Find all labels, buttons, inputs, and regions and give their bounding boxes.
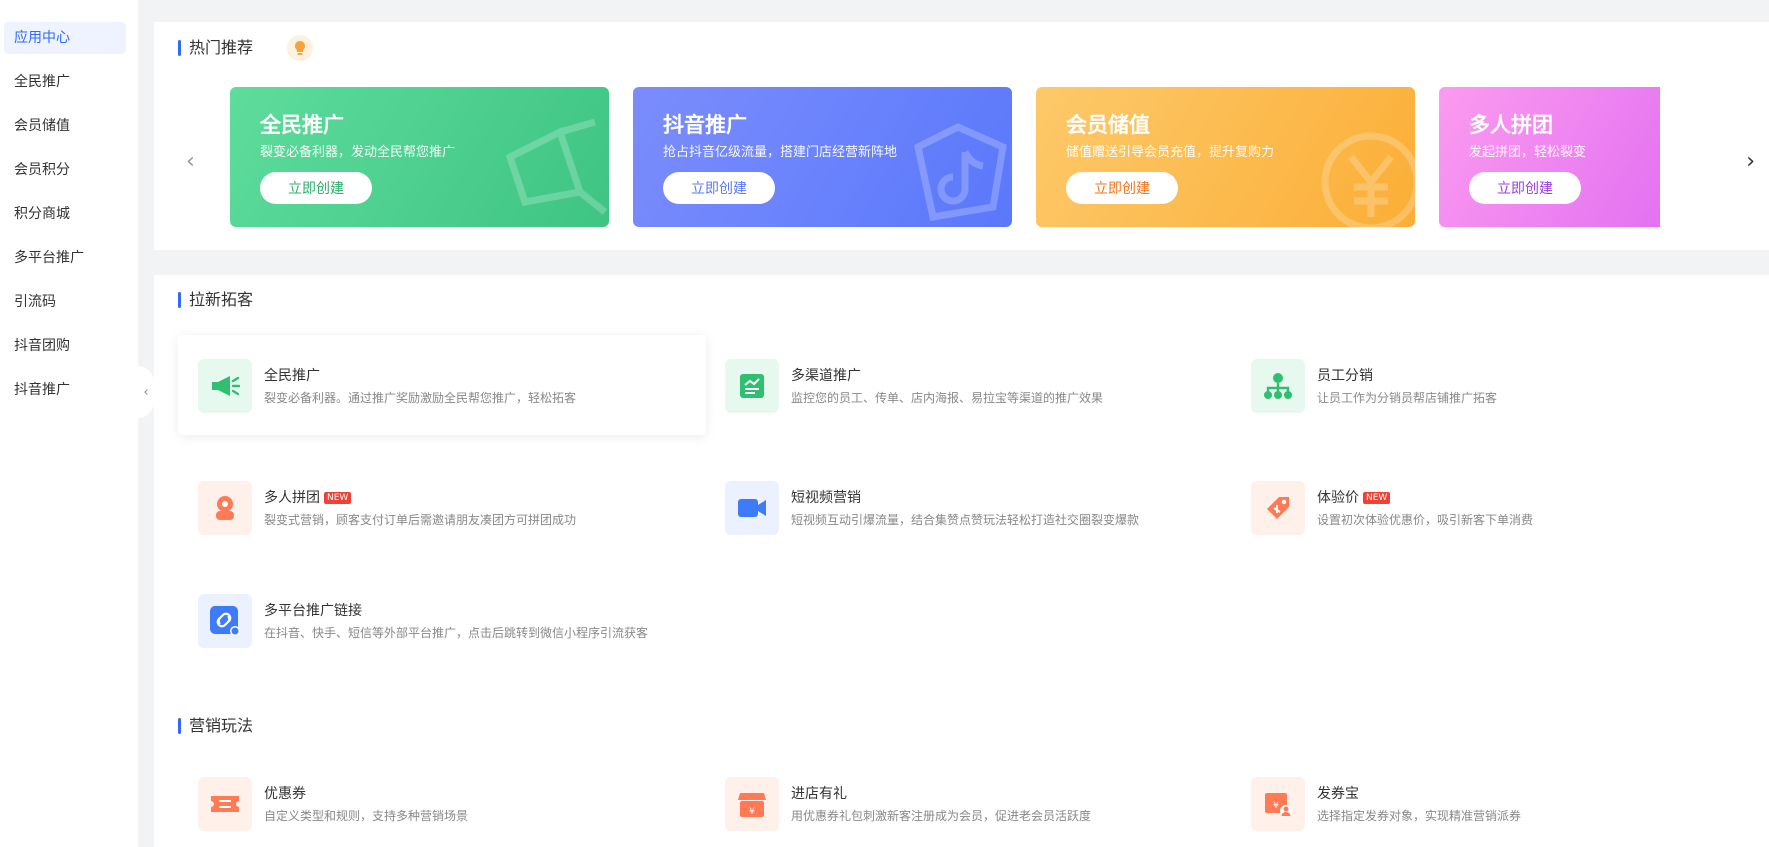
feature-desc: 在抖音、快手、短信等外部平台推广，点击后跳转到微信小程序引流获客	[264, 626, 649, 640]
shop-gift-icon: ¥	[725, 777, 779, 831]
create-now-button[interactable]: 立即创建	[1469, 172, 1581, 204]
feature-title: 进店有礼	[791, 786, 847, 802]
banner-group-buy[interactable]: 多人拼团 发起拼团，轻松裂变 立即创建	[1439, 87, 1660, 227]
feature-quanmin[interactable]: 全民推广 裂变必备利器。通过推广奖励激励全民帮您推广，轻松拓客	[178, 335, 706, 435]
feature-desc: 选择指定发券对象，实现精准营销派券	[1317, 809, 1522, 823]
feature-title: 多平台推广链接	[264, 603, 362, 619]
feature-title: 多渠道推广	[791, 368, 861, 384]
sidebar-item-member-stored-value[interactable]: 会员储值	[4, 110, 126, 142]
banner-douyin[interactable]: 抖音推广 抢占抖音亿级流量，搭建门店经营新阵地 立即创建	[633, 87, 1012, 227]
feature-desc: 用优惠券礼包刺激新客注册成为会员，促进老会员活跃度	[791, 809, 1092, 823]
coupon-icon	[198, 777, 252, 831]
link-icon	[198, 594, 252, 648]
sidebar-item-traffic-code[interactable]: 引流码	[4, 286, 126, 318]
hot-title-text: 热门推荐	[189, 38, 254, 57]
sidebar-item-member-points[interactable]: 会员积分	[4, 154, 126, 186]
group-buy-icon	[198, 481, 252, 535]
feature-title: 优惠券	[264, 786, 306, 802]
sidebar-item-douyin-group[interactable]: 抖音团购	[4, 330, 126, 362]
feature-desc: 裂变必备利器。通过推广奖励激励全民帮您推广，轻松拓客	[264, 391, 577, 405]
feature-staff-distribution[interactable]: 员工分销 让员工作为分销员帮店铺推广拓客	[1231, 335, 1759, 435]
feature-desc: 自定义类型和规则，支持多种营销场景	[264, 809, 469, 823]
org-tree-icon	[1251, 359, 1305, 413]
feature-title: 多人拼团 NEW	[264, 487, 352, 507]
section-title-yingxiao: 营销玩法	[178, 716, 253, 736]
chevron-left-icon: ‹	[143, 384, 149, 400]
price-tag-icon	[1251, 481, 1305, 535]
sidebar-item-app-center[interactable]: 应用中心	[4, 22, 126, 54]
banner-title: 多人拼团	[1469, 113, 1553, 137]
coupon-send-icon: ¥	[1251, 777, 1305, 831]
feature-title-text: 多人拼团	[264, 490, 320, 506]
banner-subtitle: 发起拼团，轻松裂变	[1469, 145, 1587, 160]
new-badge: NEW	[324, 492, 352, 504]
yuan-icon	[1321, 132, 1415, 227]
create-now-button[interactable]: 立即创建	[260, 172, 372, 204]
create-now-button[interactable]: 立即创建	[663, 172, 775, 204]
feature-multi-channel[interactable]: 多渠道推广 监控您的员工、传单、店内海报、易拉宝等渠道的推广效果	[705, 335, 1233, 435]
douyin-icon	[914, 123, 1007, 222]
carousel-next-button[interactable]: ›	[1746, 151, 1755, 173]
feature-title-text: 体验价	[1317, 490, 1359, 506]
feature-coupon-send[interactable]: ¥ 发券宝 选择指定发券对象，实现精准营销派券	[1231, 753, 1759, 847]
feature-title: 短视频营销	[791, 490, 861, 506]
svg-text:¥: ¥	[1273, 801, 1279, 811]
chevron-left-icon: ‹	[186, 149, 195, 174]
feature-trial-price[interactable]: 体验价 NEW 设置初次体验优惠价，吸引新客下单消费	[1231, 457, 1759, 557]
svg-text:¥: ¥	[749, 807, 755, 817]
video-camera-icon	[725, 481, 779, 535]
banner-member-stored-value[interactable]: 会员储值 储值赠送引导会员充值，提升复购力 立即创建	[1036, 87, 1415, 227]
feature-group-buy[interactable]: 多人拼团 NEW 裂变式营销，顾客支付订单后需邀请朋友凑团方可拼团成功	[178, 457, 706, 557]
banner-quanmin[interactable]: 全民推广 裂变必备利器，发动全民帮您推广 立即创建	[230, 87, 609, 227]
main-panel: 拉新拓客 全民推广 裂变必备利器。通过推广奖励激励全民帮您推广，轻松拓客 多渠道…	[154, 275, 1769, 847]
sidebar: 应用中心 全民推广 会员储值 会员积分 积分商城 多平台推广 引流码 抖音团购 …	[0, 0, 138, 847]
feature-title: 全民推广	[264, 368, 320, 384]
carousel-prev-button[interactable]: ‹	[186, 151, 195, 173]
feature-title: 员工分销	[1317, 368, 1373, 384]
feature-desc: 让员工作为分销员帮店铺推广拓客	[1317, 391, 1498, 405]
megaphone-icon	[198, 359, 252, 413]
section-title-hot: 热门推荐	[178, 35, 313, 61]
feature-desc: 短视频互动引爆流量，结合集赞点赞玩法轻松打造社交圈裂变爆款	[791, 513, 1140, 527]
sidebar-item-points-mall[interactable]: 积分商城	[4, 198, 126, 230]
new-badge: NEW	[1363, 492, 1391, 504]
create-now-button[interactable]: 立即创建	[1066, 172, 1178, 204]
feature-title: 发券宝	[1317, 786, 1359, 802]
feature-title: 体验价 NEW	[1317, 487, 1391, 507]
chevron-right-icon: ›	[1746, 149, 1755, 174]
sidebar-collapse-button[interactable]: ‹	[138, 366, 154, 418]
lightbulb-icon	[287, 35, 313, 61]
sidebar-item-douyin-promo[interactable]: 抖音推广	[4, 374, 126, 406]
chart-board-icon	[725, 359, 779, 413]
megaphone-icon	[505, 118, 608, 215]
feature-desc: 裂变式营销，顾客支付订单后需邀请朋友凑团方可拼团成功	[264, 513, 577, 527]
feature-desc: 监控您的员工、传单、店内海报、易拉宝等渠道的推广效果	[791, 391, 1104, 405]
banner-carousel: 全民推广 裂变必备利器，发动全民帮您推广 立即创建 抖音推广 抢占抖音亿级流量，…	[230, 87, 1660, 227]
sidebar-item-multi-platform[interactable]: 多平台推广	[4, 242, 126, 274]
section-title-lakeke: 拉新拓客	[178, 290, 253, 310]
sidebar-item-quanmin[interactable]: 全民推广	[4, 66, 126, 98]
feature-short-video[interactable]: 短视频营销 短视频互动引爆流量，结合集赞点赞玩法轻松打造社交圈裂变爆款	[705, 457, 1233, 557]
feature-desc: 设置初次体验优惠价，吸引新客下单消费	[1317, 513, 1534, 527]
feature-coupon[interactable]: 优惠券 自定义类型和规则，支持多种营销场景	[178, 753, 706, 847]
feature-multi-platform-link[interactable]: 多平台推广链接 在抖音、快手、短信等外部平台推广，点击后跳转到微信小程序引流获客	[178, 570, 706, 670]
hot-recommend-panel: 热门推荐 ‹ › 全民推广 裂变必备利器，发动全民帮您推广 立即创建 抖音推广 …	[154, 22, 1769, 250]
feature-shop-gift[interactable]: ¥ 进店有礼 用优惠券礼包刺激新客注册成为会员，促进老会员活跃度	[705, 753, 1233, 847]
